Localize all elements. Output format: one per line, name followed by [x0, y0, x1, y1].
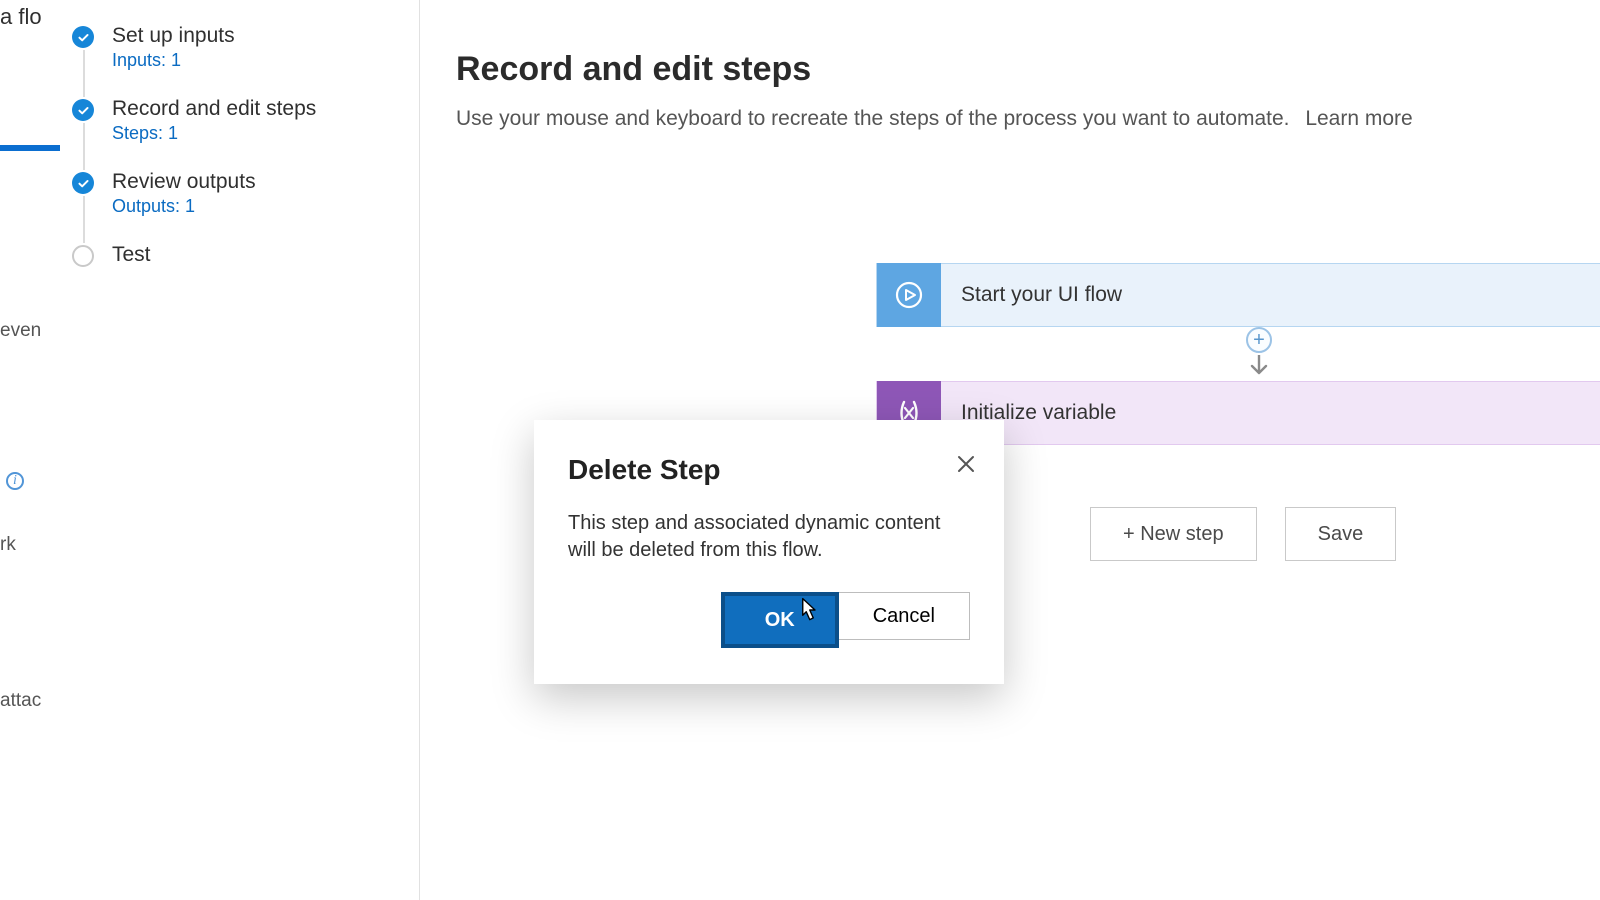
check-icon [72, 99, 94, 121]
step-subtitle: Outputs: 1 [112, 196, 256, 217]
page-desc-text: Use your mouse and keyboard to recreate … [456, 107, 1289, 130]
flow-connector: + [1246, 327, 1272, 379]
step-review-outputs[interactable]: Review outputs Outputs: 1 [66, 160, 419, 233]
step-subtitle: Steps: 1 [112, 123, 316, 144]
step-record-edit[interactable]: Record and edit steps Steps: 1 [66, 87, 419, 160]
ok-button[interactable]: OK [721, 592, 839, 648]
dialog-body: This step and associated dynamic content… [568, 510, 970, 564]
step-title: Set up inputs [112, 24, 235, 48]
rail-frag-even: even [0, 320, 60, 342]
cancel-button[interactable]: Cancel [839, 592, 970, 640]
arrow-down-icon [1248, 355, 1270, 379]
check-icon [72, 26, 94, 48]
page-title: Record and edit steps [456, 50, 1600, 89]
close-icon[interactable] [952, 450, 980, 478]
rail-frag-rk: rk [0, 534, 60, 556]
info-icon: i [6, 472, 24, 490]
dialog-title: Delete Step [568, 454, 970, 486]
step-setup-inputs[interactable]: Set up inputs Inputs: 1 [66, 14, 419, 87]
step-title: Review outputs [112, 170, 256, 194]
delete-step-dialog: Delete Step This step and associated dyn… [534, 420, 1004, 684]
step-test[interactable]: Test [66, 233, 419, 283]
rail-accent [0, 145, 60, 151]
flow-card-label: Start your UI flow [941, 283, 1122, 307]
rail-frag-attac: attac [0, 690, 60, 712]
action-row: + New step Save [1090, 507, 1396, 561]
step-title: Record and edit steps [112, 97, 316, 121]
play-icon [877, 263, 941, 327]
learn-more-link[interactable]: Learn more [1305, 107, 1412, 130]
step-title: Test [112, 243, 151, 267]
left-rail: a flo even i rk attac [0, 0, 60, 900]
page-description: Use your mouse and keyboard to recreate … [456, 107, 1600, 131]
check-icon [72, 172, 94, 194]
save-button[interactable]: Save [1285, 507, 1397, 561]
steps-sidebar: Set up inputs Inputs: 1 Record and edit … [60, 0, 420, 900]
flow-card-start[interactable]: Start your UI flow [876, 263, 1600, 327]
circle-empty-icon [72, 245, 94, 267]
rail-frag-title: a flo [0, 4, 60, 30]
plus-icon[interactable]: + [1246, 327, 1272, 353]
step-subtitle: Inputs: 1 [112, 50, 235, 71]
new-step-button[interactable]: + New step [1090, 507, 1257, 561]
